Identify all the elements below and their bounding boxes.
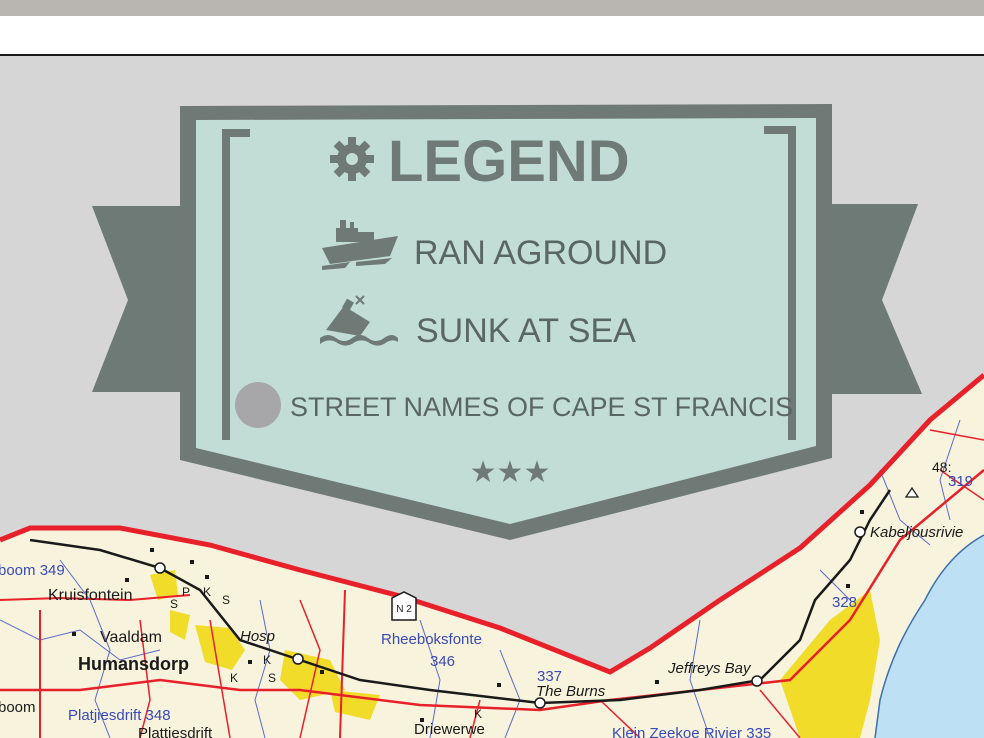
legend-item-label: RAN AGROUND bbox=[414, 234, 667, 272]
place-label: 346 bbox=[430, 653, 455, 670]
place-label: Jeffreys Bay bbox=[667, 660, 752, 677]
place-label: S bbox=[222, 593, 230, 607]
legend-title: LEGEND bbox=[388, 129, 630, 194]
place-label: P bbox=[182, 585, 190, 599]
place-label: boom bbox=[0, 699, 36, 716]
place-label: Driewerwe bbox=[414, 721, 485, 738]
place-label: 319 bbox=[948, 473, 973, 490]
place-label: K bbox=[203, 585, 211, 599]
place-label: Kabeljousrivie bbox=[870, 524, 963, 541]
place-label: boom 349 bbox=[0, 562, 65, 579]
place-label: K bbox=[474, 707, 482, 721]
place-label: Platjiesdrift 348 bbox=[68, 707, 171, 724]
legend-item-label: STREET NAMES OF CAPE ST FRANCIS bbox=[290, 392, 793, 422]
legend-badge: LEGEND RAN AGROUND SUNK AT SEA STREET NA… bbox=[92, 104, 922, 540]
place-label: Hosp bbox=[240, 628, 275, 645]
place-label: Vaaldam bbox=[100, 629, 162, 646]
place-label: Humansdorp bbox=[78, 654, 189, 674]
map-canvas: N 2 boom 349 Kruisfontein Vaaldam Humans… bbox=[0, 104, 984, 738]
ribbon-right bbox=[820, 204, 922, 394]
place-label: Kruisfontein bbox=[48, 587, 133, 604]
place-label: S bbox=[268, 671, 276, 685]
ribbon-left bbox=[92, 206, 190, 392]
gear-icon bbox=[330, 137, 374, 181]
place-label: K bbox=[263, 653, 271, 667]
svg-text:N 2: N 2 bbox=[396, 604, 412, 615]
route-shield: N 2 bbox=[391, 591, 417, 621]
place-label: S bbox=[170, 597, 178, 611]
place-label: K bbox=[230, 671, 238, 685]
place-label: 328 bbox=[832, 594, 857, 611]
legend-item-label: SUNK AT SEA bbox=[416, 312, 636, 350]
legend-stars: ★★★ bbox=[470, 456, 551, 489]
place-label: Plattiesdrift bbox=[138, 725, 213, 738]
place-label: The Burns bbox=[536, 683, 606, 700]
place-label: Klein Zeekoe Rivier 335 bbox=[612, 725, 771, 738]
place-label: Rheeboksfonte bbox=[381, 631, 482, 648]
grey-circle-marker bbox=[235, 382, 281, 428]
